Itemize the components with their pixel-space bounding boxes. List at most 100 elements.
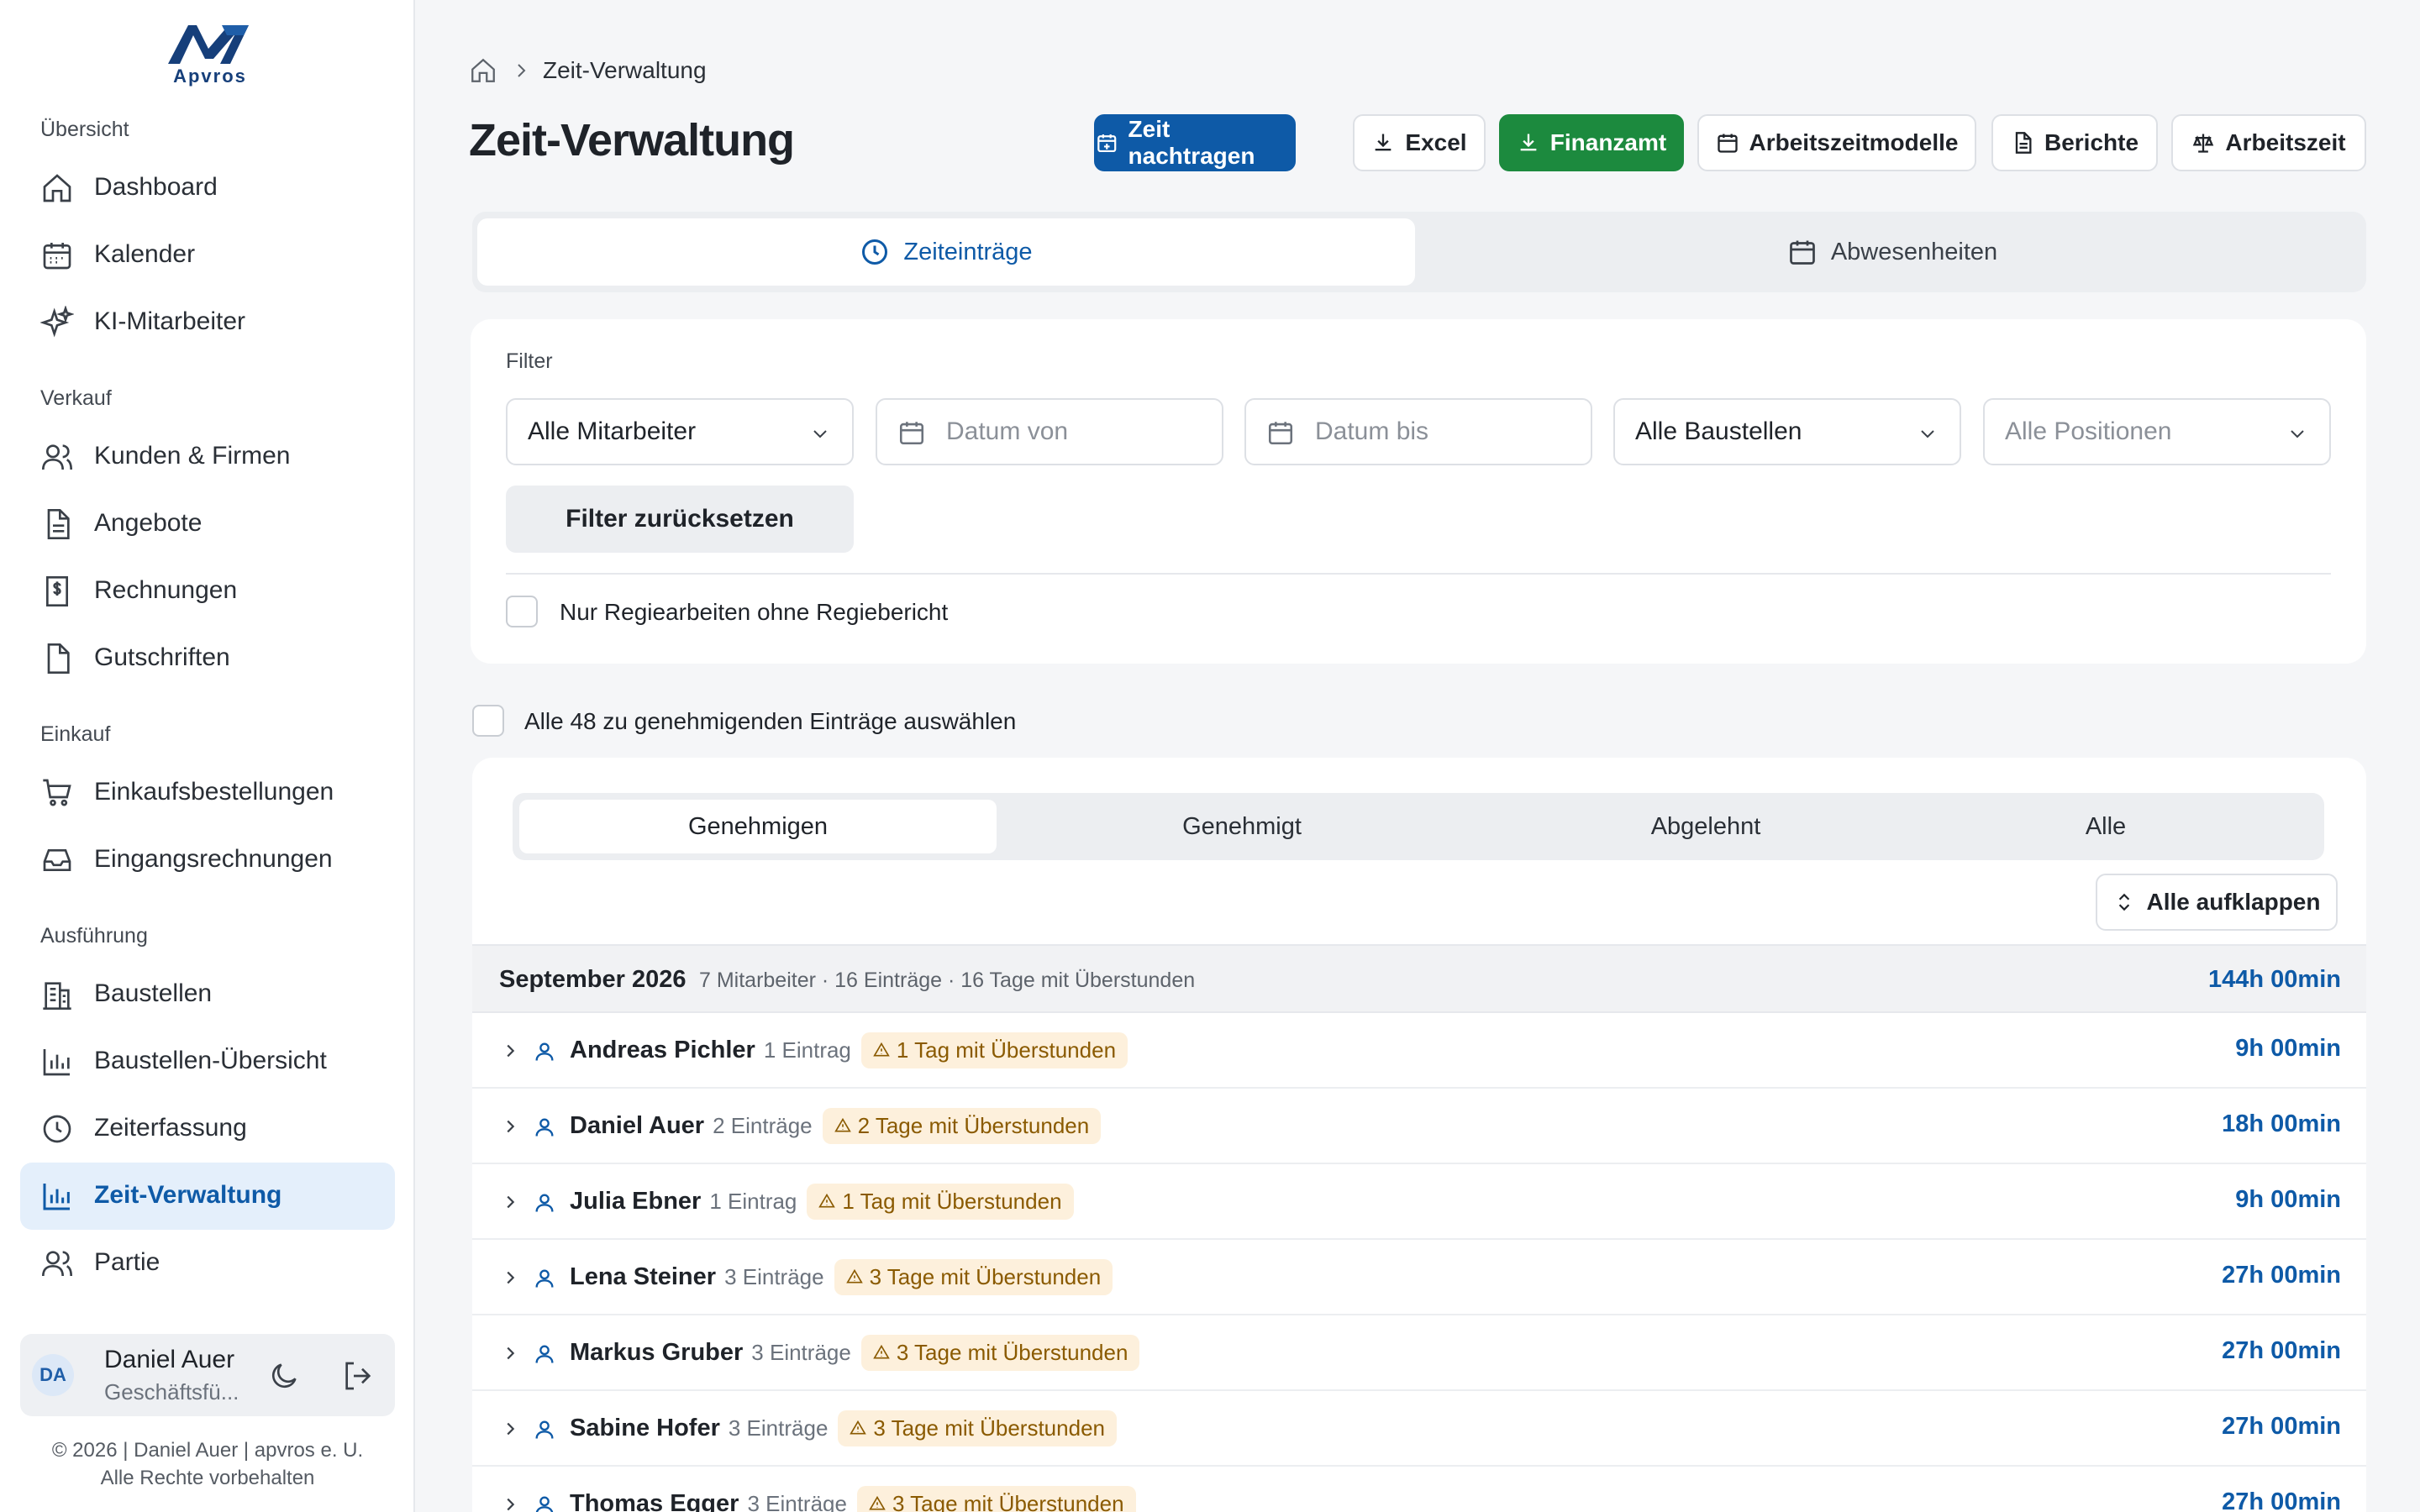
sidebar: Apvros Übersicht Dashboard Kalender KI-M…: [0, 0, 415, 1512]
zeit-nachtragen-button[interactable]: Zeit nachtragen: [1094, 114, 1296, 171]
sidebar-item-partie[interactable]: Partie: [20, 1230, 395, 1297]
overtime-badge-label: 3 Tage mit Überstunden: [873, 1415, 1105, 1441]
tab-alle[interactable]: Alle: [1894, 800, 2317, 853]
baustellen-select[interactable]: Alle Baustellen: [1613, 398, 1961, 465]
chevron-right-icon[interactable]: [501, 1117, 519, 1136]
chevron-right-icon[interactable]: [501, 1268, 519, 1287]
invoice-icon: [46, 576, 68, 606]
tab-genehmigen[interactable]: Genehmigen: [519, 800, 997, 853]
sidebar-item-angebote[interactable]: Angebote: [20, 491, 395, 558]
sparkles-icon: [40, 306, 74, 338]
warning-icon: [818, 1193, 836, 1208]
entry-count: 1 Eintrag: [763, 1037, 851, 1063]
expand-all-button[interactable]: Alle aufklappen: [2096, 874, 2338, 931]
calendar-icon: [1717, 134, 1738, 153]
section-title-einkauf: Einkauf: [40, 722, 111, 746]
mitarbeiter-select[interactable]: Alle Mitarbeiter: [506, 398, 854, 465]
moon-icon[interactable]: [267, 1359, 301, 1393]
warning-icon: [869, 1495, 886, 1510]
tab-genehmigt[interactable]: Genehmigt: [1003, 800, 1481, 853]
sidebar-item-label: Gutschriften: [94, 643, 230, 671]
sidebar-item-gutschriften[interactable]: Gutschriften: [20, 625, 395, 692]
user-icon: [535, 1420, 554, 1439]
button-label: Alle aufklappen: [2146, 889, 2321, 915]
arbeitszeitmodelle-button[interactable]: Arbeitszeitmodelle: [1697, 114, 1976, 171]
section-title-verkauf: Verkauf: [40, 386, 112, 410]
tab-zeiteintraege[interactable]: Zeiteinträge: [477, 218, 1415, 286]
table-row[interactable]: Thomas Egger 3 Einträge 3 Tage mit Übers…: [472, 1467, 2366, 1512]
employee-total: 27h 00min: [2222, 1413, 2341, 1440]
chevron-right-icon[interactable]: [501, 1344, 519, 1362]
month-group-header[interactable]: September 2026 7 Mitarbeiter · 16 Einträ…: [472, 944, 2366, 1013]
calendar-icon: [899, 422, 924, 445]
sidebar-item-rechnungen[interactable]: Rechnungen: [20, 558, 395, 625]
sidebar-item-baustellen[interactable]: Baustellen: [20, 961, 395, 1028]
sidebar-item-label: Zeit-Verwaltung: [94, 1181, 282, 1209]
employee-total: 27h 00min: [2222, 1337, 2341, 1364]
building-icon: [43, 982, 71, 1010]
sidebar-item-zeit-verwaltung[interactable]: Zeit-Verwaltung: [20, 1163, 395, 1230]
logout-icon[interactable]: [341, 1359, 375, 1393]
employee-name: Andreas Pichler: [570, 1036, 755, 1063]
select-all-checkbox[interactable]: [472, 705, 504, 737]
sidebar-item-baustellen-uebersicht[interactable]: Baustellen-Übersicht: [20, 1028, 395, 1095]
chevron-right-icon[interactable]: [501, 1042, 519, 1060]
employee-name: Thomas Egger: [570, 1489, 739, 1512]
sidebar-item-label: Baustellen-Übersicht: [94, 1047, 327, 1074]
brand-logo[interactable]: Apvros: [160, 18, 260, 89]
warning-icon: [845, 1268, 863, 1284]
document-icon: [47, 509, 70, 539]
chevron-right-icon[interactable]: [501, 1420, 519, 1438]
clock-icon: [43, 1115, 71, 1143]
copyright-line1: © 2026 | Daniel Auer | apvros e. U.: [51, 1439, 364, 1462]
chevron-right-icon[interactable]: [501, 1495, 519, 1512]
inbox-icon: [43, 849, 71, 871]
sidebar-item-ki-mitarbeiter[interactable]: KI-Mitarbeiter: [20, 289, 395, 356]
table-row[interactable]: Daniel Auer 2 Einträge 2 Tage mit Überst…: [472, 1089, 2366, 1164]
datum-von-input[interactable]: Datum von: [876, 398, 1223, 465]
sidebar-item-dashboard[interactable]: Dashboard: [20, 155, 395, 222]
sidebar-item-label: KI-Mitarbeiter: [94, 307, 246, 335]
table-row[interactable]: Sabine Hofer 3 Einträge 3 Tage mit Übers…: [472, 1391, 2366, 1467]
download-icon: [1376, 134, 1392, 151]
sidebar-item-einkaufsbestellungen[interactable]: Einkaufsbestellungen: [20, 759, 395, 827]
button-label: Arbeitszeit: [2225, 129, 2346, 155]
entry-count: 3 Einträge: [728, 1415, 829, 1441]
finanzamt-button[interactable]: Finanzamt: [1499, 114, 1684, 171]
excel-button[interactable]: Excel: [1353, 114, 1486, 171]
sidebar-item-label: Zeiterfassung: [94, 1114, 247, 1142]
datum-bis-input[interactable]: Datum bis: [1244, 398, 1592, 465]
regie-checkbox[interactable]: [506, 596, 538, 627]
overtime-badge: 3 Tage mit Überstunden: [856, 1485, 1136, 1512]
arbeitszeit-button[interactable]: Arbeitszeit: [2171, 114, 2366, 171]
filter-reset-button[interactable]: Filter zurücksetzen: [506, 486, 854, 553]
table-row[interactable]: Markus Gruber 3 Einträge 3 Tage mit Über…: [472, 1315, 2366, 1391]
chevron-right-icon[interactable]: [501, 1193, 519, 1211]
sidebar-item-eingangsrechnungen[interactable]: Eingangsrechnungen: [20, 827, 395, 894]
warning-icon: [834, 1117, 851, 1132]
table-row[interactable]: Julia Ebner 1 Eintrag 1 Tag mit Überstun…: [472, 1164, 2366, 1240]
positionen-select[interactable]: Alle Positionen: [1983, 398, 2331, 465]
overtime-badge-label: 3 Tage mit Überstunden: [896, 1339, 1128, 1365]
sidebar-item-label: Partie: [94, 1248, 160, 1276]
positionen-select-placeholder: Alle Positionen: [2005, 417, 2172, 445]
section-title-uebersicht: Übersicht: [40, 118, 129, 141]
button-label: Berichte: [2044, 129, 2139, 155]
table-row[interactable]: Andreas Pichler 1 Eintrag 1 Tag mit Über…: [472, 1013, 2366, 1089]
datum-von-placeholder: Datum von: [946, 417, 1069, 445]
user-role: Geschäftsfü...: [104, 1379, 239, 1404]
employee-total: 9h 00min: [2235, 1035, 2341, 1062]
sidebar-item-zeiterfassung[interactable]: Zeiterfassung: [20, 1095, 395, 1163]
berichte-button[interactable]: Berichte: [1991, 114, 2158, 171]
sidebar-item-kalender[interactable]: Kalender: [20, 222, 395, 289]
chevron-down-icon: [1921, 430, 1934, 438]
home-icon[interactable]: [469, 56, 497, 85]
user-card[interactable]: DA Daniel Auer Geschäftsfü...: [20, 1334, 395, 1416]
table-row[interactable]: Lena Steiner 3 Einträge 3 Tage mit Übers…: [472, 1240, 2366, 1315]
scale-icon: [2193, 134, 2214, 153]
sidebar-item-kunden-firmen[interactable]: Kunden & Firmen: [20, 423, 395, 491]
entry-count: 1 Eintrag: [709, 1188, 797, 1214]
entry-count: 3 Einträge: [724, 1263, 824, 1289]
tab-abgelehnt[interactable]: Abgelehnt: [1467, 800, 1944, 853]
tab-abwesenheiten[interactable]: Abwesenheiten: [1423, 218, 2361, 286]
